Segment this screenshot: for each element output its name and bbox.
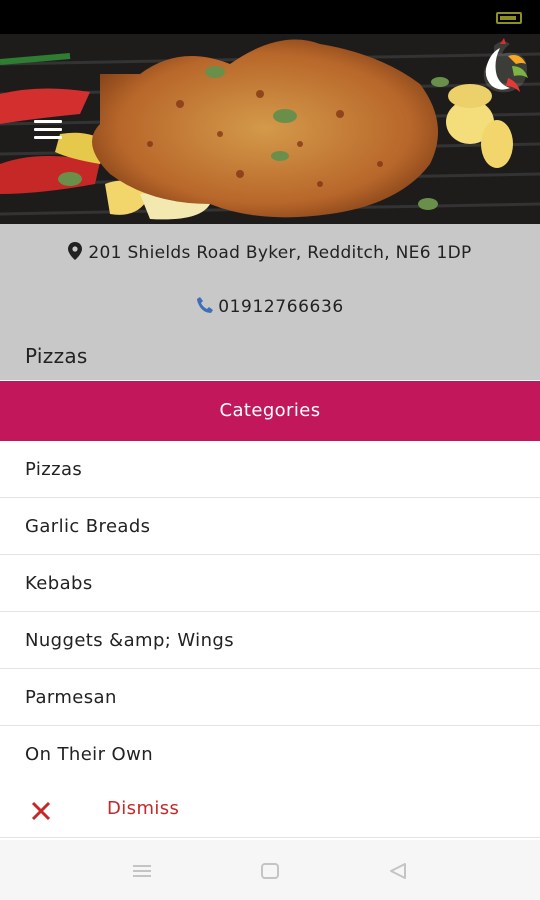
category-list: Pizzas Garlic Breads Kebabs Nuggets &amp…	[0, 441, 540, 783]
category-item-parmesan[interactable]: Parmesan	[0, 669, 540, 726]
status-bar	[0, 0, 540, 34]
nav-home-icon[interactable]	[258, 862, 282, 880]
restaurant-info: 201 Shields Road Byker, Redditch, NE6 1D…	[0, 224, 540, 380]
system-nav-bar	[0, 840, 540, 900]
hero-image	[0, 34, 540, 224]
phone-row[interactable]: 01912766636	[0, 296, 540, 317]
address-text: 201 Shields Road Byker, Redditch, NE6 1D…	[88, 243, 472, 263]
phone-icon	[197, 297, 214, 313]
current-category: Pizzas	[25, 344, 88, 368]
dismiss-label: Dismiss	[107, 798, 180, 819]
categories-header: Categories	[0, 381, 540, 441]
category-item-garlic-breads[interactable]: Garlic Breads	[0, 498, 540, 555]
close-icon	[31, 801, 51, 821]
category-item-nuggets-wings[interactable]: Nuggets &amp; Wings	[0, 612, 540, 669]
address-row: 201 Shields Road Byker, Redditch, NE6 1D…	[0, 242, 540, 263]
dismiss-button[interactable]: Dismiss	[0, 784, 540, 838]
battery-icon	[496, 12, 522, 24]
phone-number[interactable]: 01912766636	[218, 297, 344, 317]
nav-menu-icon[interactable]	[130, 862, 154, 880]
category-item-on-their-own[interactable]: On Their Own	[0, 726, 540, 783]
category-item-pizzas[interactable]: Pizzas	[0, 441, 540, 498]
location-pin-icon	[68, 242, 83, 260]
menu-icon[interactable]	[34, 120, 62, 140]
logo-icon	[483, 38, 528, 93]
nav-back-icon[interactable]	[386, 862, 410, 880]
category-item-kebabs[interactable]: Kebabs	[0, 555, 540, 612]
